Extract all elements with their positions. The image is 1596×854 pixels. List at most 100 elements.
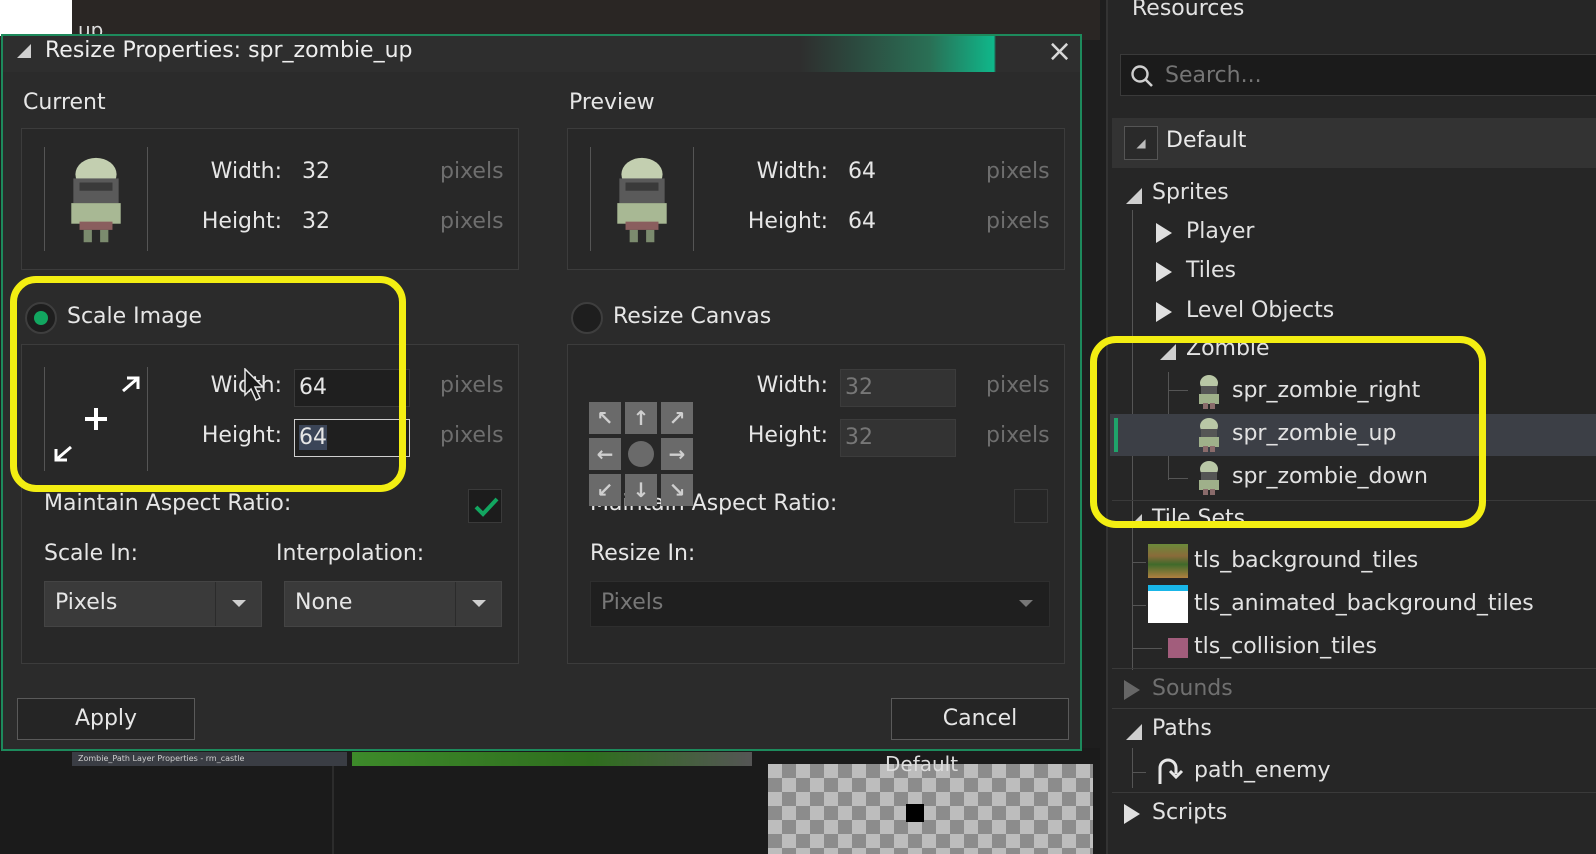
editor-white-block (0, 0, 72, 36)
current-width-label: Width: (210, 159, 282, 184)
anchor-grid: ↖ ↑ ↗ ← → ↙ ↓ ↘ (589, 402, 693, 506)
resize-in-dropdown[interactable]: Pixels (590, 581, 1050, 627)
tree-item-tls-background-tiles[interactable]: tls_background_tiles (1108, 542, 1596, 582)
checker-pixel (906, 804, 924, 822)
tree-folder-paths[interactable]: Paths (1108, 710, 1596, 750)
tileset-thumbnail (1148, 585, 1188, 623)
search-input[interactable] (1165, 59, 1585, 91)
current-width-unit: pixels (440, 159, 504, 184)
preview-height-label: Height: (747, 209, 828, 234)
canvas-height-input[interactable]: 32 (840, 419, 956, 457)
anchor-top-icon[interactable]: ↑ (625, 402, 657, 434)
tileset-thumbnail (1168, 638, 1188, 658)
expanded-arrow-icon[interactable] (1126, 724, 1142, 740)
tree-folder-scripts[interactable]: Scripts (1108, 794, 1596, 834)
scale-in-label: Scale In: (44, 541, 139, 566)
scale-in-value: Pixels (55, 590, 118, 615)
tree-folder-level-objects[interactable]: Level Objects (1108, 292, 1596, 332)
expanded-arrow-icon[interactable] (1126, 188, 1142, 204)
preview-label: Preview (569, 90, 655, 115)
path-icon (1158, 758, 1184, 784)
anchor-bottom-right-icon[interactable]: ↘ (661, 474, 693, 506)
collapsed-arrow-icon[interactable] (1124, 804, 1140, 824)
tileset-label: tls_animated_background_tiles (1194, 591, 1534, 616)
anchor-top-right-icon[interactable]: ↗ (661, 402, 693, 434)
current-width-value: 32 (302, 159, 330, 184)
close-icon[interactable]: × (1047, 34, 1072, 69)
layer-properties-strip[interactable]: Zombie_Path Layer Properties - rm_castle (72, 752, 347, 766)
interpolation-value: None (295, 590, 353, 615)
interpolation-dropdown[interactable]: None (284, 581, 502, 627)
tree-folder-player[interactable]: Player (1108, 213, 1596, 253)
tree-item-tls-collision-tiles[interactable]: tls_collision_tiles (1108, 628, 1596, 668)
dropdown-toggle[interactable] (455, 582, 501, 626)
tree-folder-sounds[interactable]: Sounds (1108, 670, 1596, 710)
group-toggle-icon[interactable]: ◢ (1124, 126, 1158, 160)
scale-width-unit: pixels (440, 373, 504, 398)
editor-default-label: Default (885, 752, 959, 776)
tileset-label: tls_background_tiles (1194, 548, 1419, 573)
canvas-maintain-aspect-checkbox[interactable] (1014, 489, 1048, 523)
preview-sprite-frame (590, 147, 694, 251)
preview-width-label: Width: (756, 159, 828, 184)
resources-search[interactable] (1120, 54, 1596, 96)
dropdown-toggle[interactable] (1003, 582, 1049, 626)
collapsed-arrow-icon[interactable] (1156, 302, 1172, 322)
zombie-sprite-icon (71, 157, 121, 243)
scale-image-highlight (10, 276, 406, 492)
collapsed-arrow-icon[interactable] (1156, 223, 1172, 243)
anchor-right-icon[interactable]: → (661, 438, 693, 470)
resize-in-label: Resize In: (590, 541, 696, 566)
tree-folder-tiles[interactable]: Tiles (1108, 252, 1596, 292)
preview-height-value: 64 (848, 209, 876, 234)
preview-width-value: 64 (848, 159, 876, 184)
resize-canvas-radio[interactable] (571, 302, 603, 334)
current-height-value: 32 (302, 209, 330, 234)
tileset-label: tls_collision_tiles (1194, 634, 1377, 659)
default-group-bar[interactable]: ◢ Default (1112, 118, 1596, 168)
tree-divider (1112, 668, 1596, 669)
tileset-thumbnail (1148, 544, 1188, 578)
dialog-titlebar[interactable]: Resize Properties: spr_zombie_up × (3, 34, 1080, 72)
resize-in-value: Pixels (601, 590, 664, 615)
folder-label: Sounds (1152, 676, 1233, 701)
current-sprite-frame (44, 147, 148, 251)
scale-in-dropdown[interactable]: Pixels (44, 581, 262, 627)
scale-height-unit: pixels (440, 423, 504, 448)
folder-label: Scripts (1152, 800, 1228, 825)
current-label: Current (23, 90, 106, 115)
dropdown-toggle[interactable] (215, 582, 261, 626)
chevron-down-icon (472, 600, 486, 607)
tree-folder-sprites[interactable]: Sprites (1108, 174, 1596, 214)
cancel-button[interactable]: Cancel (891, 698, 1069, 740)
resize-canvas-label[interactable]: Resize Canvas (613, 304, 771, 329)
apply-button[interactable]: Apply (17, 698, 195, 740)
dialog-title: Resize Properties: spr_zombie_up (45, 38, 413, 63)
collapsed-arrow-icon[interactable] (1156, 262, 1172, 282)
folder-label: Paths (1152, 716, 1212, 741)
zombie-sprites-highlight (1090, 336, 1486, 528)
checkmark-icon (474, 497, 499, 517)
default-group-label: Default (1166, 128, 1247, 153)
collapsed-arrow-icon[interactable] (1124, 680, 1140, 700)
canvas-height-label: Height: (747, 423, 828, 448)
chevron-down-icon (1019, 600, 1033, 607)
canvas-width-input[interactable]: 32 (840, 369, 956, 407)
anchor-left-icon[interactable]: ← (589, 438, 621, 470)
tree-item-tls-animated-background-tiles[interactable]: tls_animated_background_tiles (1108, 585, 1596, 625)
scale-maintain-aspect-checkbox[interactable] (468, 489, 502, 523)
interpolation-label: Interpolation: (276, 541, 425, 566)
preview-height-unit: pixels (986, 209, 1050, 234)
preview-box: Width: 64 pixels Height: 64 pixels (567, 128, 1065, 270)
anchor-bottom-icon[interactable]: ↓ (625, 474, 657, 506)
anchor-center-icon[interactable] (628, 441, 654, 467)
folder-label: Tiles (1186, 258, 1236, 283)
canvas-width-unit: pixels (986, 373, 1050, 398)
anchor-top-left-icon[interactable]: ↖ (589, 402, 621, 434)
search-icon (1131, 65, 1153, 87)
tree-item-path-enemy[interactable]: path_enemy (1108, 752, 1596, 792)
window-menu-icon[interactable] (17, 44, 31, 58)
tree-divider (1112, 708, 1596, 709)
path-label: path_enemy (1194, 758, 1331, 783)
anchor-bottom-left-icon[interactable]: ↙ (589, 474, 621, 506)
